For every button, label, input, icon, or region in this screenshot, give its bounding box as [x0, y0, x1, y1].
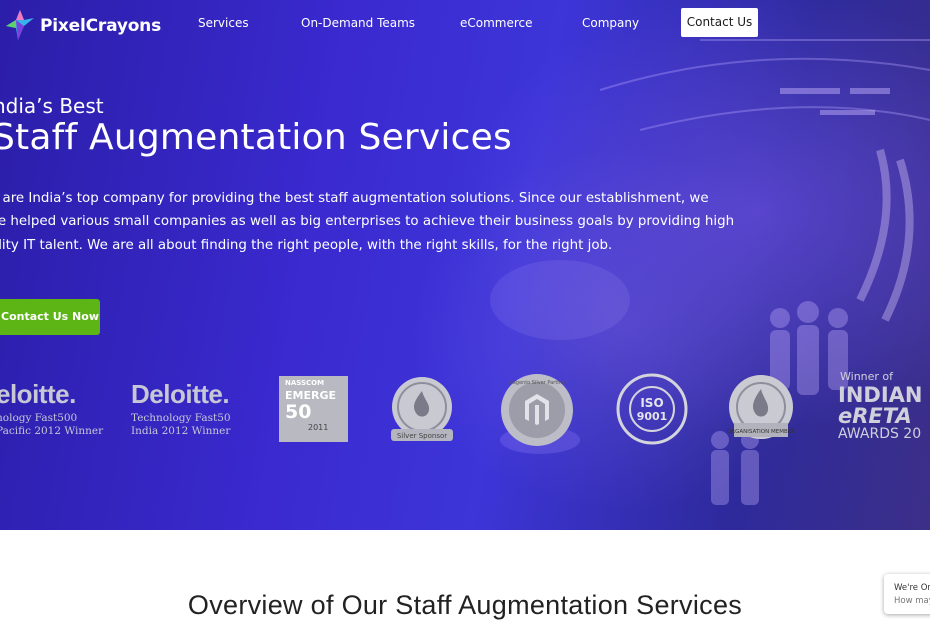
deloitte-apac-award: eloitte. nology Fast500 Pacific 2012 Win… [0, 379, 103, 438]
brand-logo[interactable]: PixelCrayons [2, 6, 161, 42]
eretail-line: eRETA [838, 404, 912, 428]
brand-name: PixelCrayons [40, 16, 161, 36]
chat-status-text: We're On [894, 583, 930, 593]
hummingbird-logo-icon [6, 10, 34, 40]
iso-label: ISO [640, 396, 663, 410]
drupalcon-silver-sponsor-badge: Silver Sponsor [391, 377, 453, 441]
contact-us-now-label: Contact Us Now [1, 310, 99, 323]
nasscom-emerge-badge: NASSCOM EMERGE 50 2011 [279, 376, 348, 442]
nav-on-demand-teams[interactable]: On-Demand Teams [301, 16, 415, 30]
deloitte-award-line: Technology Fast50 [131, 412, 231, 424]
deloitte-award-title: eloitte. [0, 379, 76, 409]
chat-widget[interactable]: We're On How may [884, 574, 930, 614]
contact-us-now-button[interactable]: Contact Us Now [0, 299, 100, 335]
hero-background-illustration [490, 39, 930, 505]
deloitte-award-line: nology Fast500 [0, 412, 78, 424]
nasscom-label: NASSCOM [285, 379, 325, 387]
nav-ecommerce[interactable]: eCommerce [460, 16, 533, 30]
drupalcon-label: Silver Sponsor [397, 432, 447, 440]
nasscom-number: 50 [285, 401, 312, 423]
nav-company[interactable]: Company [582, 16, 639, 30]
eretail-line: AWARDS 20 [838, 426, 922, 442]
hero-description-line: ve helped various small companies as wel… [0, 214, 735, 230]
nav-contact-us-button[interactable]: Contact Us [681, 8, 758, 37]
eretail-winner-of: Winner of [840, 370, 894, 383]
iso-9001-badge: ISO 9001 [616, 373, 688, 445]
chat-prompt-text: How may [894, 596, 930, 606]
hero-headline: Staff Augmentation Services [0, 117, 512, 158]
hero-section: PixelCrayons Services On-Demand Teams eC… [0, 0, 930, 530]
hero-eyebrow: ndia’s Best [0, 94, 104, 118]
overview-section-title: Overview of Our Staff Augmentation Servi… [187, 590, 743, 620]
nav-services[interactable]: Services [198, 16, 249, 30]
magento-label: Magento Silver Partner [508, 380, 566, 386]
drupal-association-member-badge: ORGANISATION MEMBER [727, 375, 795, 439]
nasscom-year: 2011 [308, 423, 329, 432]
deloitte-india-award: Deloitte. Technology Fast50 India 2012 W… [131, 379, 231, 438]
hero-description-line: e are India’s top company for providing … [0, 191, 709, 206]
top-navigation: PixelCrayons Services On-Demand Teams eC… [0, 0, 930, 46]
hero-description-line: ality IT talent. We are all about findin… [0, 237, 613, 253]
deloitte-award-title: Deloitte. [131, 379, 230, 409]
indian-eretail-award: Winner of INDIAN eRETA AWARDS 20 [838, 370, 922, 442]
iso-number: 9001 [637, 410, 668, 423]
deloitte-award-line: India 2012 Winner [131, 425, 231, 437]
deloitte-award-line: Pacific 2012 Winner [0, 425, 104, 437]
hero-description: e are India’s top company for providing … [0, 187, 735, 257]
eretail-line: INDIAN [838, 383, 923, 407]
magento-silver-partner-badge: Magento Silver Partner [501, 374, 573, 446]
drupal-association-label: ORGANISATION MEMBER [727, 429, 795, 435]
